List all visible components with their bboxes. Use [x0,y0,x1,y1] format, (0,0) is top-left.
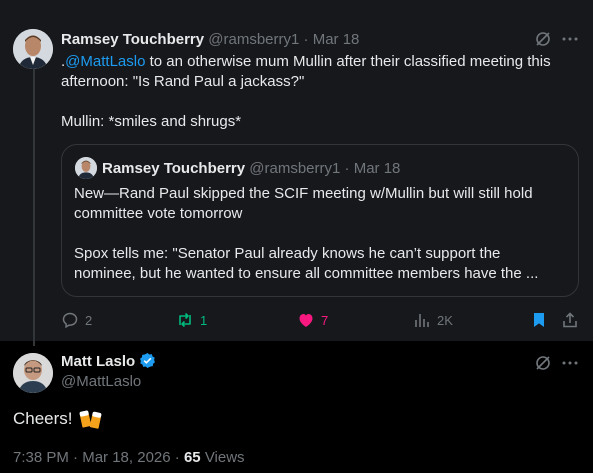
reply-header: Matt Laslo [61,352,156,370]
reply-button[interactable]: 2 [61,310,92,330]
more-icon[interactable] [561,30,579,48]
text-line1: to an otherwise mum Mullin after their c… [145,53,551,70]
thread-connector-line [33,66,35,346]
post-text: .@MattLaslo to an otherwise mum Mullin a… [61,52,581,132]
quote-line1: New—Rand Paul skipped the SCIF meeting w… [74,185,533,202]
reply-author-handle[interactable]: @MattLaslo [61,373,141,390]
quote-date: Mar 18 [353,160,401,177]
reply-avatar[interactable] [13,353,53,393]
author-handle[interactable]: @ramsberry1 [208,31,299,48]
reply-author-name[interactable]: Matt Laslo [61,353,135,370]
quote-line4: nominee, but he wanted to ensure all com… [74,265,539,282]
grok-icon[interactable] [534,30,552,48]
text-line3: Mullin: *smiles and shrugs* [61,113,242,130]
beer-mugs-emoji [79,410,101,429]
repost-button[interactable]: 1 [176,310,207,330]
reply-text-content: Cheers! [13,409,73,428]
post-full-date[interactable]: Mar 18, 2026 [82,449,170,466]
reply-icon [62,312,78,329]
views-button[interactable]: 2K [413,310,453,330]
like-count: 7 [321,312,329,328]
mention-link[interactable]: @MattLaslo [65,53,145,70]
thread-post[interactable]: Ramsey Touchberry @ramsberry1 · Mar 18 .… [0,0,593,346]
views-count: 2K [437,312,453,328]
quote-text: New—Rand Paul skipped the SCIF meeting w… [74,184,568,284]
quote-header: Ramsey Touchberry @ramsberry1 · Mar 18 [102,160,400,177]
page: Ramsey Touchberry @ramsberry1 · Mar 18 .… [0,0,593,473]
reply-count: 2 [85,312,93,328]
separator: · [303,31,309,48]
quote-author-handle: @ramsberry1 [249,160,341,177]
separator: · [174,449,180,466]
reply-text: Cheers! [13,408,103,430]
quote-line2: committee vote tomorrow [74,205,243,222]
grok-icon[interactable] [534,354,552,372]
bookmark-button[interactable] [530,310,548,330]
quote-author-name: Ramsey Touchberry [102,160,246,177]
views-label: Views [204,449,245,466]
author-name[interactable]: Ramsey Touchberry [61,31,204,48]
avatar[interactable] [13,29,53,69]
post-time[interactable]: 7:38 PM [13,449,69,466]
more-icon[interactable] [561,354,579,372]
separator: · [344,160,350,177]
text-line2: afternoon: "Is Rand Paul a jackass?" [61,73,305,90]
separator: · [73,449,79,466]
share-icon [563,312,577,328]
like-icon [299,314,313,327]
post-header: Ramsey Touchberry @ramsberry1 · Mar 18 [61,31,359,48]
post-meta: 7:38 PM · Mar 18, 2026 · 65 Views [13,449,245,466]
quote-line3: Spox tells me: "Senator Paul already kno… [74,245,501,262]
post-date[interactable]: Mar 18 [313,31,360,48]
quote-avatar [75,157,97,179]
repost-count: 1 [200,312,208,328]
like-button[interactable]: 7 [297,310,328,330]
views-total: 65 [183,449,201,466]
verified-icon [140,352,156,369]
embedded-quote-card[interactable]: Ramsey Touchberry @ramsberry1 · Mar 18 N… [61,144,579,297]
bookmark-icon [534,313,544,327]
views-icon [415,314,429,327]
repost-icon [179,312,191,328]
action-bar: 2 1 7 2K [61,310,581,330]
share-button[interactable] [561,310,579,330]
